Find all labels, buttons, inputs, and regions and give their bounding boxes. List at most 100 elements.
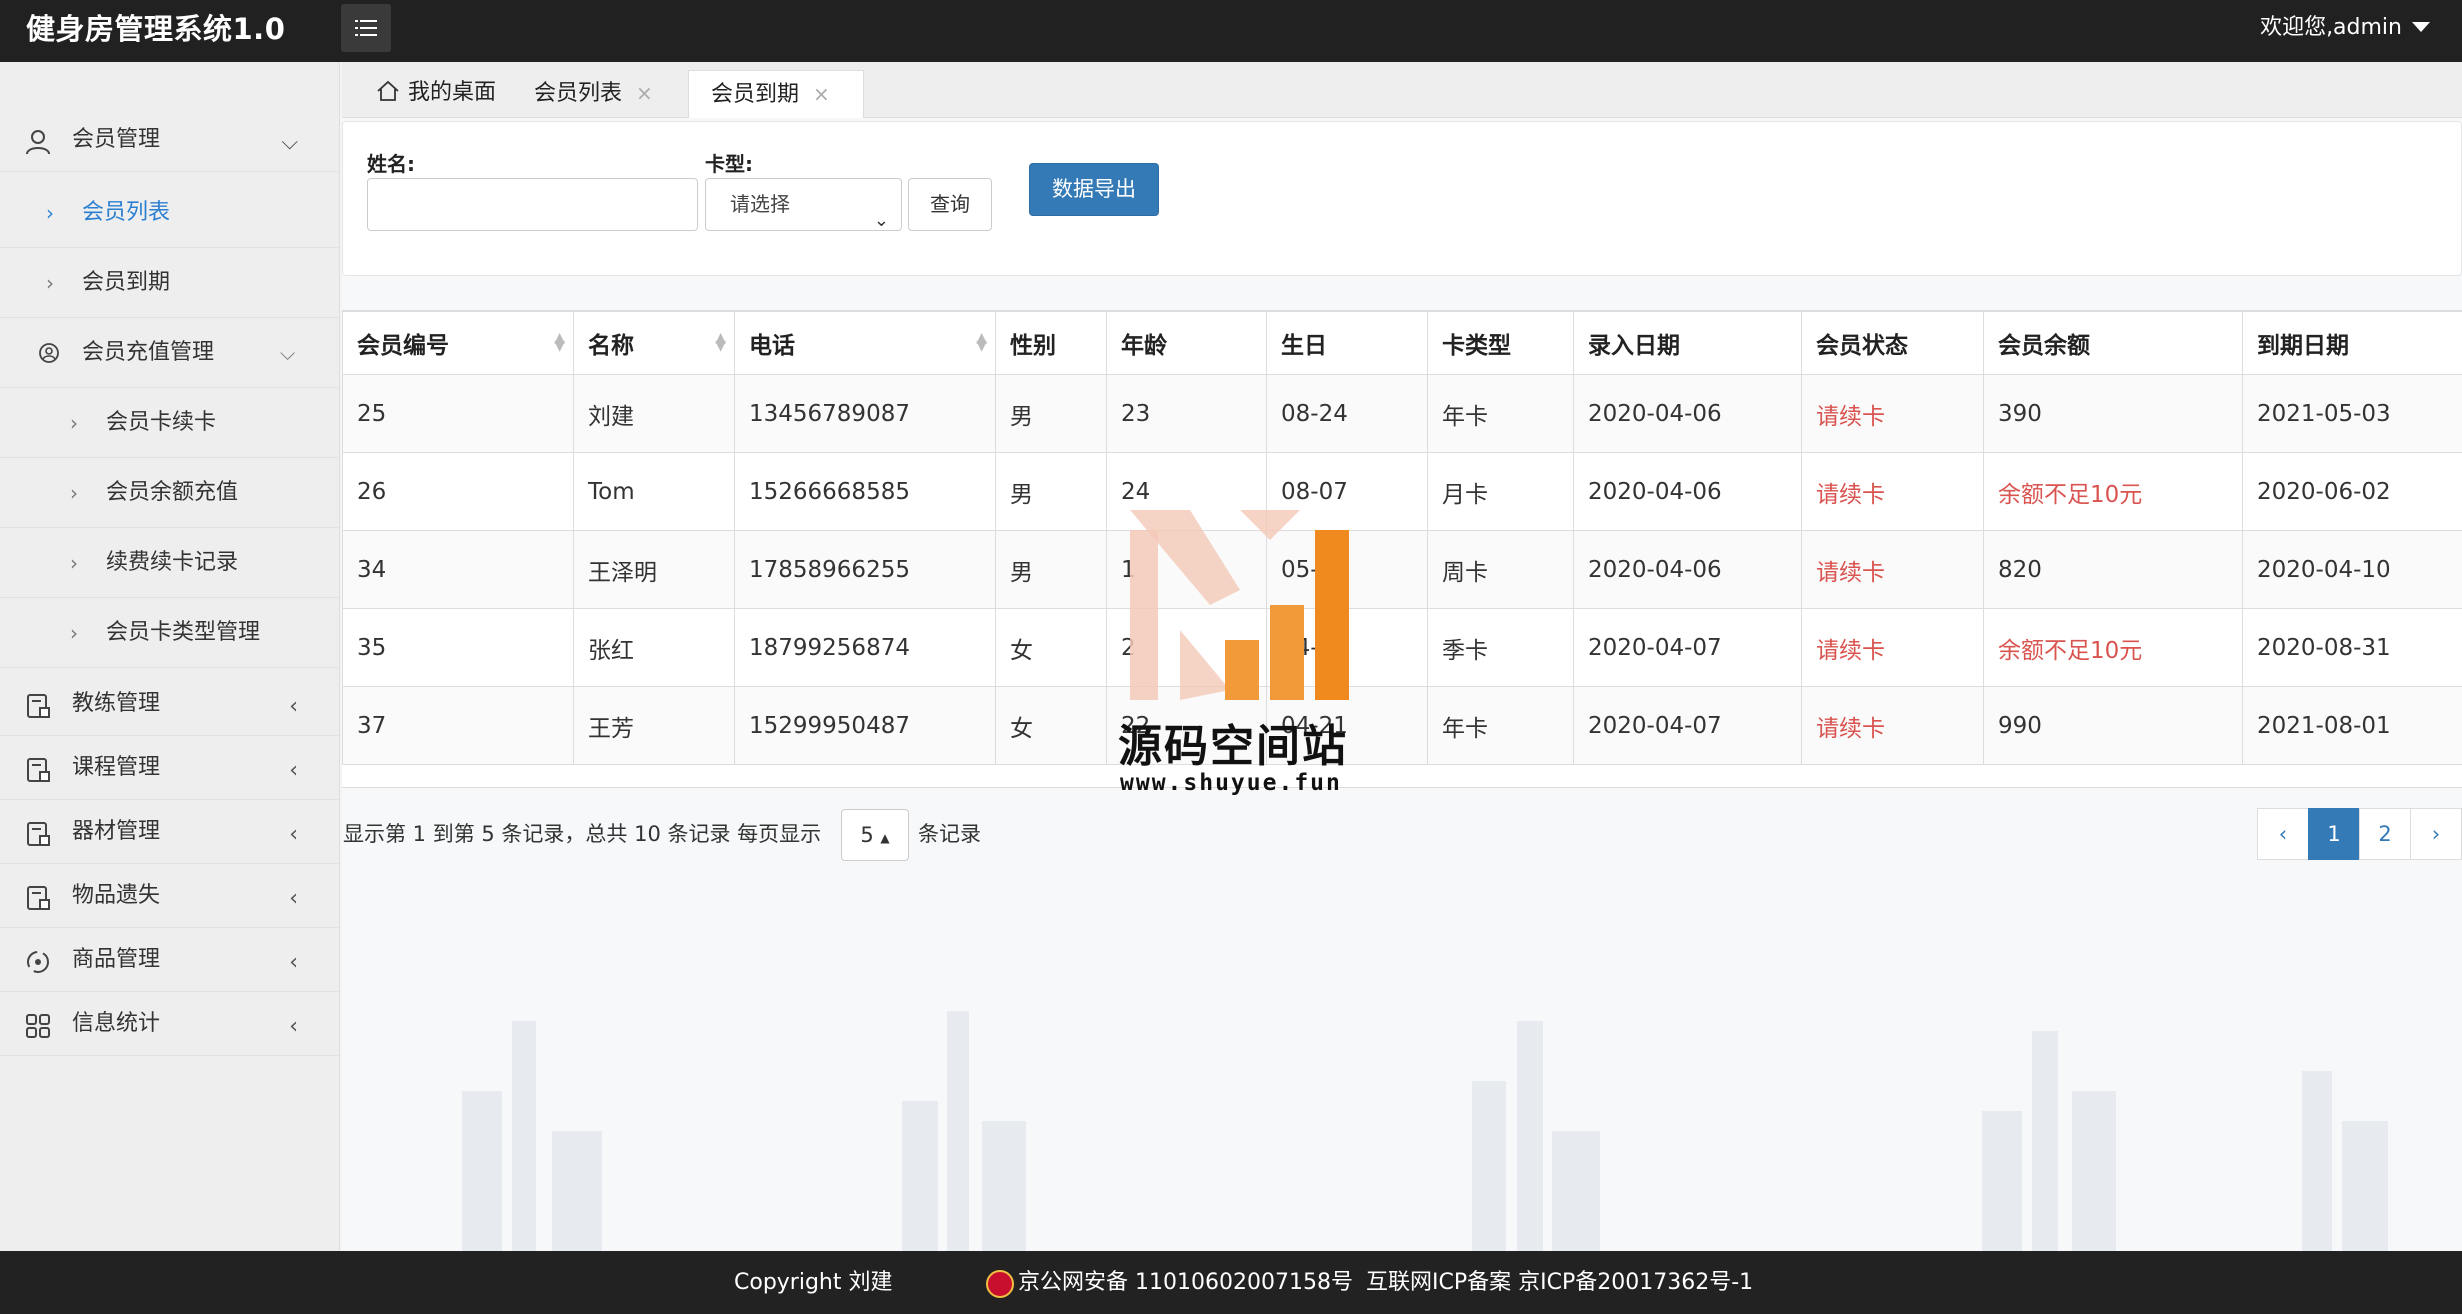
export-button[interactable]: 数据导出 (1029, 163, 1159, 216)
table-cell: 390 (1983, 374, 2243, 453)
sort-icon: ▲ ▼ (715, 330, 726, 354)
card-type-select[interactable]: 请选择 ⌄ (705, 178, 902, 231)
prev-page-button[interactable]: ‹ (2257, 808, 2309, 860)
chevron-left-icon: ‹ (289, 694, 298, 719)
page-button-2[interactable]: 2 (2359, 808, 2411, 860)
table-cell: 2020-04-07 (1573, 686, 1802, 765)
table-cell: 请续卡 (1801, 686, 1984, 765)
tab-label: 会员到期 (711, 82, 800, 107)
chevron-right-icon: › (46, 271, 54, 295)
table-cell: 张红 (573, 608, 735, 687)
table-cell: 周卡 (1427, 530, 1574, 609)
table-cell: 2020-04-07 (1573, 608, 1802, 687)
column-header: 年龄 (1106, 311, 1267, 375)
table-cell: 2020-06-02 (2242, 452, 2462, 531)
chevron-down-icon: ⌄ (873, 210, 889, 231)
sidebar-item-label: 会员管理 (72, 127, 161, 152)
table-header-row: 会员编号 ▲ ▼ 名称 ▲ ▼ 电话 ▲ ▼ 性别 年龄 生日 卡类型 录入日期 会员状态 … (342, 311, 2462, 375)
sidebar-item-member-list[interactable]: › 会员列表 (0, 178, 340, 248)
table-cell: 余额不足10元 (1983, 452, 2243, 531)
user-circle-icon (39, 343, 59, 363)
sidebar-item-goods-management[interactable]: 商品管理 ‹ (0, 928, 340, 992)
sidebar-item-statistics[interactable]: 信息统计 ‹ (0, 992, 340, 1056)
sidebar-item-label: 续费续卡记录 (106, 550, 239, 575)
sidebar-item-balance-recharge[interactable]: › 会员余额充值 (0, 458, 340, 528)
page-button-1[interactable]: 1 (2308, 808, 2360, 860)
name-input[interactable] (367, 178, 698, 231)
chevron-right-icon: › (70, 621, 78, 645)
user-menu[interactable]: 欢迎您,admin (2260, 0, 2402, 56)
column-header: 录入日期 (1573, 311, 1802, 375)
top-header: 健身房管理系统1.0 欢迎您,admin (0, 0, 2462, 62)
menu-toggle-button[interactable] (341, 4, 391, 52)
column-header: 会员状态 (1801, 311, 1984, 375)
chevron-left-icon: ‹ (289, 1014, 298, 1039)
table-cell: 年卡 (1427, 686, 1574, 765)
column-header[interactable]: 电话 ▲ ▼ (734, 311, 996, 375)
police-badge-icon (986, 1270, 1014, 1298)
column-header[interactable]: 名称 ▲ ▼ (573, 311, 735, 375)
table-row: 25 刘建 13456789087 男 23 08-24 年卡 2020-04-06 请续卡 39… (342, 374, 2462, 453)
tab-desktop[interactable]: 我的桌面 (366, 70, 506, 118)
column-header[interactable]: 会员编号 ▲ ▼ (342, 311, 574, 375)
sidebar-item-label: 会员卡类型管理 (106, 620, 261, 645)
sidebar-item-label: 课程管理 (72, 755, 161, 780)
table-cell: 2021-08-01 (2242, 686, 2462, 765)
close-icon[interactable]: × (813, 82, 830, 106)
table-cell: 15266668585 (734, 452, 996, 531)
police-record-link[interactable]: 京公网安备 11010602007158号 (1018, 1251, 1353, 1314)
sidebar-item-recharge-management[interactable]: 会员充值管理 ⌵ (0, 318, 340, 388)
sidebar-item-course-management[interactable]: 课程管理 ‹ (0, 736, 340, 800)
chevron-left-icon: ‹ (289, 886, 298, 911)
table-cell: 月卡 (1427, 452, 1574, 531)
sidebar-item-label: 会员余额充值 (106, 480, 239, 505)
list-icon (355, 20, 377, 36)
table-cell: 23 (1106, 374, 1267, 453)
table-cell: 年卡 (1427, 374, 1574, 453)
column-header: 生日 (1266, 311, 1428, 375)
sidebar-item-label: 会员充值管理 (82, 340, 215, 365)
sidebar: 会员管理 ⌵ › 会员列表 › 会员到期 会员充值管理 ⌵ › 会员卡续卡 › … (0, 62, 340, 1251)
sidebar-item-equipment-management[interactable]: 器材管理 ‹ (0, 800, 340, 864)
chevron-left-icon: ‹ (289, 758, 298, 783)
watermark-title: 源码空间站 (1118, 721, 1348, 772)
table-row: 35 张红 18799256874 女 2 04-18 季卡 2020-04-07 请续卡 余额不… (342, 608, 2462, 687)
sidebar-item-lost-items[interactable]: 物品遗失 ‹ (0, 864, 340, 928)
table-row: 26 Tom 15266668585 男 24 08-07 月卡 2020-04-06 请续卡余… (342, 452, 2462, 531)
tab-member-list[interactable]: 会员列表 × (520, 70, 667, 118)
table-cell: 请续卡 (1801, 530, 1984, 609)
page-size-select[interactable]: 5 ▲ (841, 809, 909, 861)
sidebar-item-label: 教练管理 (72, 691, 161, 716)
sidebar-item-card-renew[interactable]: › 会员卡续卡 (0, 388, 340, 458)
user-icon (26, 130, 50, 155)
icp-record-link[interactable]: 互联网ICP备案 京ICP备20017362号-1 (1366, 1251, 1753, 1314)
card-type-selected: 请选择 (730, 192, 790, 216)
query-button[interactable]: 查询 (908, 178, 992, 231)
sidebar-item-label: 会员到期 (82, 270, 171, 295)
table-cell: 15299950487 (734, 686, 996, 765)
table-cell: 余额不足10元 (1983, 608, 2243, 687)
document-icon (27, 886, 50, 910)
table-cell: 女 (995, 608, 1107, 687)
sidebar-item-member-expiry[interactable]: › 会员到期 (0, 248, 340, 318)
caret-up-icon: ▲ (880, 831, 890, 845)
tab-member-expiry[interactable]: 会员到期 × (688, 70, 864, 118)
column-header: 会员余额 (1983, 311, 2243, 375)
sidebar-item-renewal-records[interactable]: › 续费续卡记录 (0, 528, 340, 598)
card-type-label: 卡型: (705, 152, 753, 176)
close-icon[interactable]: × (636, 81, 653, 105)
column-header: 卡类型 (1427, 311, 1574, 375)
tab-label: 我的桌面 (408, 80, 497, 105)
sidebar-item-member-management[interactable]: 会员管理 ⌵ (0, 108, 340, 172)
sidebar-item-card-type-management[interactable]: › 会员卡类型管理 (0, 598, 340, 668)
caret-down-icon[interactable] (2412, 22, 2430, 32)
table-cell: 34 (342, 530, 574, 609)
sidebar-item-coach-management[interactable]: 教练管理 ‹ (0, 672, 340, 736)
table-cell: 王泽明 (573, 530, 735, 609)
home-icon (377, 80, 399, 101)
table-cell: Tom (573, 452, 735, 531)
next-page-button[interactable]: › (2410, 808, 2462, 860)
table-cell: 2020-04-10 (2242, 530, 2462, 609)
table-cell: 990 (1983, 686, 2243, 765)
table-cell: 刘建 (573, 374, 735, 453)
